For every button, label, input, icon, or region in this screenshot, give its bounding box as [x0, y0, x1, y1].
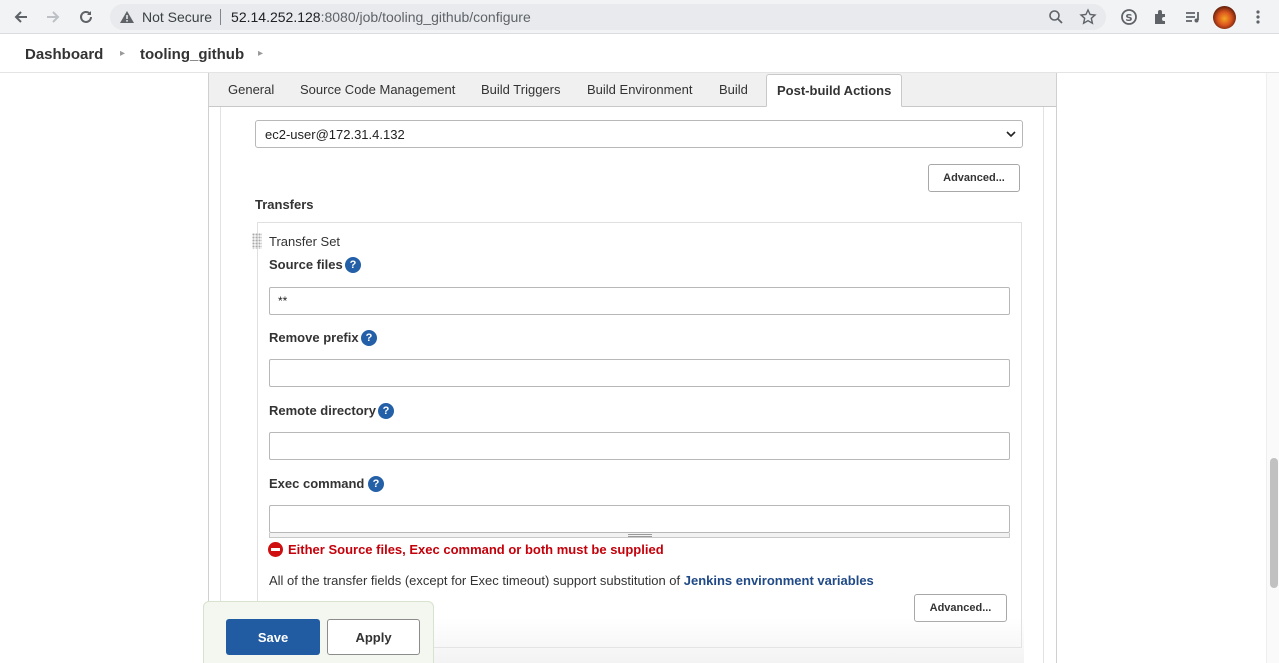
- bottom-shadow: [434, 618, 1024, 663]
- page-scrollbar[interactable]: [1266, 73, 1279, 663]
- substitution-note: All of the transfer fields (except for E…: [269, 573, 874, 588]
- help-icon[interactable]: ?: [378, 403, 394, 419]
- source-files-label: Source files: [269, 257, 343, 272]
- transfers-heading: Transfers: [255, 197, 314, 212]
- source-files-input[interactable]: **: [269, 287, 1010, 315]
- remove-prefix-input[interactable]: [269, 359, 1010, 387]
- validation-error-text: Either Source files, Exec command or bot…: [288, 542, 664, 557]
- server-advanced-button[interactable]: Advanced...: [928, 164, 1020, 192]
- security-label: Not Secure: [142, 9, 213, 25]
- ssh-server-value: ec2-user@172.31.4.132: [265, 127, 405, 142]
- tab-source-code-management[interactable]: Source Code Management: [300, 82, 455, 97]
- warning-icon: [118, 8, 136, 26]
- breadcrumb-chevron-icon[interactable]: ▸: [120, 48, 125, 59]
- exec-command-label: Exec command: [269, 476, 365, 491]
- extensions-icon[interactable]: [1150, 6, 1172, 28]
- error-icon: [268, 542, 283, 557]
- back-icon[interactable]: [10, 6, 32, 28]
- apply-button[interactable]: Apply: [327, 619, 420, 655]
- drag-handle-icon[interactable]: [252, 233, 262, 249]
- remote-directory-label: Remote directory: [269, 403, 376, 418]
- remote-directory-input[interactable]: [269, 432, 1010, 460]
- reload-icon[interactable]: [75, 6, 97, 28]
- tab-build-environment[interactable]: Build Environment: [587, 82, 693, 97]
- skype-icon[interactable]: S: [1118, 6, 1140, 28]
- section-border: [1043, 107, 1044, 663]
- media-queue-icon[interactable]: [1182, 6, 1204, 28]
- scrollbar-thumb[interactable]: [1270, 458, 1278, 588]
- help-icon[interactable]: ?: [368, 476, 384, 492]
- profile-avatar[interactable]: [1213, 6, 1236, 29]
- help-icon[interactable]: ?: [361, 330, 377, 346]
- tab-build[interactable]: Build: [719, 82, 748, 97]
- help-icon[interactable]: ?: [345, 257, 361, 273]
- breadcrumb-dashboard[interactable]: Dashboard: [25, 46, 103, 63]
- transfer-set-title: Transfer Set: [269, 234, 341, 249]
- tab-general[interactable]: General: [228, 82, 274, 97]
- breadcrumb-job[interactable]: tooling_github: [140, 46, 244, 63]
- env-variables-link[interactable]: Jenkins environment variables: [684, 573, 874, 588]
- remove-prefix-label: Remove prefix: [269, 330, 359, 345]
- breadcrumb-chevron-icon[interactable]: ▸: [258, 48, 263, 59]
- browser-toolbar: Not Secure 52.14.252.128:8080/job/toolin…: [0, 0, 1279, 34]
- tab-post-build-actions[interactable]: Post-build Actions: [766, 74, 903, 107]
- substitution-note-text: All of the transfer fields (except for E…: [269, 573, 684, 588]
- ssh-server-select[interactable]: ec2-user@172.31.4.132: [255, 120, 1023, 148]
- star-icon[interactable]: [1078, 7, 1098, 27]
- section-border: [220, 107, 221, 663]
- zoom-icon[interactable]: [1046, 7, 1066, 27]
- resize-grip-icon[interactable]: [628, 534, 652, 537]
- menu-icon[interactable]: [1247, 6, 1269, 28]
- url-path: :8080/job/tooling_github/configure: [320, 9, 531, 25]
- omnibox-divider: [220, 9, 222, 25]
- config-tabs: General Source Code Management Build Tri…: [208, 73, 1057, 107]
- address-bar[interactable]: Not Secure 52.14.252.128:8080/job/toolin…: [110, 4, 1106, 30]
- validation-error: Either Source files, Exec command or bot…: [268, 542, 664, 557]
- exec-command-textarea[interactable]: [269, 505, 1010, 533]
- url-text[interactable]: 52.14.252.128:8080/job/tooling_github/co…: [231, 9, 531, 25]
- save-button[interactable]: Save: [226, 619, 320, 655]
- chevron-down-icon: [1006, 131, 1016, 138]
- tab-build-triggers[interactable]: Build Triggers: [481, 82, 560, 97]
- forward-icon[interactable]: [42, 6, 64, 28]
- svg-text:S: S: [1125, 13, 1132, 24]
- url-host: 52.14.252.128: [231, 9, 321, 25]
- breadcrumb: Dashboard ▸ tooling_github ▸: [0, 35, 1279, 73]
